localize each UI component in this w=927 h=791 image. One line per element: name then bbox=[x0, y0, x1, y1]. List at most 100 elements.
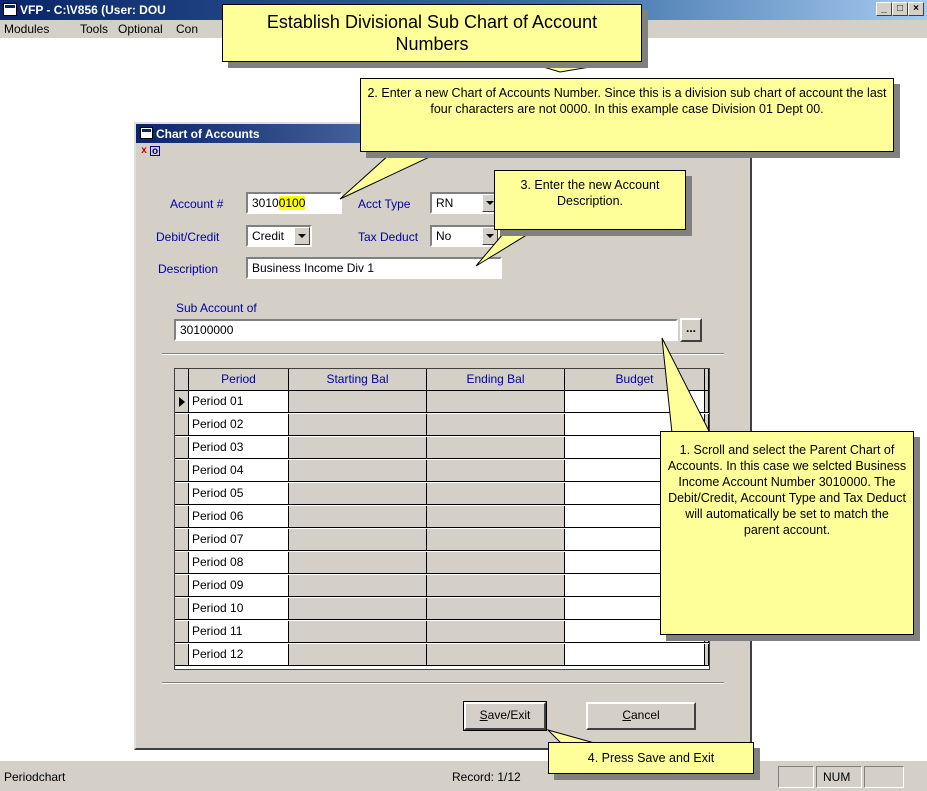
period-cell[interactable]: Period 10 bbox=[189, 598, 289, 620]
save-mnemonic: S bbox=[479, 708, 488, 722]
ending-bal-cell[interactable] bbox=[427, 621, 565, 643]
ending-bal-cell[interactable] bbox=[427, 414, 565, 436]
ending-bal-cell[interactable] bbox=[427, 391, 565, 413]
starting-bal-cell[interactable] bbox=[289, 575, 427, 597]
row-selector bbox=[175, 552, 189, 574]
ending-bal-cell[interactable] bbox=[427, 598, 565, 620]
status-record: Record: 1/12 bbox=[452, 770, 521, 784]
ending-bal-cell[interactable] bbox=[427, 437, 565, 459]
row-selector bbox=[175, 621, 189, 643]
column-header[interactable]: Starting Bal bbox=[289, 369, 427, 391]
tax-deduct-value: No bbox=[436, 229, 452, 243]
dialog-window-icon bbox=[140, 127, 153, 139]
table-row[interactable]: Period 06 bbox=[175, 506, 709, 528]
row-selector-header bbox=[175, 369, 189, 391]
table-row[interactable]: Period 10 bbox=[175, 598, 709, 620]
period-cell[interactable]: Period 12 bbox=[189, 644, 289, 666]
starting-bal-cell[interactable] bbox=[289, 483, 427, 505]
save-label: ave/Exit bbox=[487, 708, 531, 722]
minimize-button[interactable]: _ bbox=[876, 2, 892, 16]
cancel-button[interactable]: Cancel bbox=[586, 702, 696, 730]
menu-tools[interactable]: Tools bbox=[80, 22, 108, 36]
table-row[interactable]: Period 09 bbox=[175, 575, 709, 597]
table-row[interactable]: Period 05 bbox=[175, 483, 709, 505]
table-row[interactable]: Period 04 bbox=[175, 460, 709, 482]
ending-bal-cell[interactable] bbox=[427, 575, 565, 597]
table-row[interactable]: Period 02 bbox=[175, 414, 709, 436]
menu-modules[interactable]: Modules bbox=[4, 22, 49, 36]
starting-bal-cell[interactable] bbox=[289, 644, 427, 666]
starting-bal-cell[interactable] bbox=[289, 414, 427, 436]
period-cell[interactable]: Period 09 bbox=[189, 575, 289, 597]
budget-cell[interactable] bbox=[565, 644, 705, 666]
column-header[interactable]: Period bbox=[189, 369, 289, 391]
period-cell[interactable]: Period 01 bbox=[189, 391, 289, 413]
debit-credit-select[interactable]: Credit bbox=[246, 225, 312, 247]
status-panel-empty bbox=[778, 766, 814, 788]
period-cell[interactable]: Period 06 bbox=[189, 506, 289, 528]
starting-bal-cell[interactable] bbox=[289, 598, 427, 620]
row-selector bbox=[175, 529, 189, 551]
starting-bal-cell[interactable] bbox=[289, 506, 427, 528]
description-input[interactable]: Business Income Div 1 bbox=[246, 257, 502, 279]
period-cell[interactable]: Period 05 bbox=[189, 483, 289, 505]
ending-bal-cell[interactable] bbox=[427, 483, 565, 505]
dialog-title: Chart of Accounts bbox=[156, 127, 260, 141]
ending-bal-cell[interactable] bbox=[427, 506, 565, 528]
period-cell[interactable]: Period 08 bbox=[189, 552, 289, 574]
save-exit-button[interactable]: Save/Exit bbox=[463, 701, 547, 731]
starting-bal-cell[interactable] bbox=[289, 621, 427, 643]
table-row[interactable]: Period 07 bbox=[175, 529, 709, 551]
dialog-close-icon[interactable]: x bbox=[139, 146, 149, 156]
periods-grid[interactable]: Period Starting Bal Ending Bal Budget Period… bbox=[174, 368, 710, 670]
chevron-down-icon[interactable] bbox=[294, 227, 310, 245]
tax-deduct-select[interactable]: No bbox=[430, 225, 500, 247]
table-row[interactable]: Period 01 bbox=[175, 391, 709, 413]
app-title: VFP - C:\V856 (User: DOU bbox=[20, 3, 166, 17]
row-selector bbox=[175, 506, 189, 528]
period-cell[interactable]: Period 02 bbox=[189, 414, 289, 436]
sub-account-input[interactable]: 30100000 bbox=[174, 319, 678, 341]
period-cell[interactable]: Period 07 bbox=[189, 529, 289, 551]
ending-bal-cell[interactable] bbox=[427, 552, 565, 574]
starting-bal-cell[interactable] bbox=[289, 529, 427, 551]
title-callout: Establish Divisional Sub Chart of Accoun… bbox=[222, 4, 642, 62]
row-selector bbox=[175, 483, 189, 505]
column-header[interactable]: Budget bbox=[565, 369, 705, 391]
dialog-restore-icon[interactable]: o bbox=[150, 146, 160, 157]
debit-credit-value: Credit bbox=[252, 229, 285, 243]
table-row[interactable]: Period 12 bbox=[175, 644, 709, 666]
table-row[interactable]: Period 03 bbox=[175, 437, 709, 459]
account-number-input[interactable]: 30100100 bbox=[246, 192, 342, 214]
period-cell[interactable]: Period 03 bbox=[189, 437, 289, 459]
period-cell[interactable]: Period 11 bbox=[189, 621, 289, 643]
browse-button[interactable]: ... bbox=[680, 318, 702, 342]
row-pointer-icon bbox=[179, 397, 185, 407]
description-label: Description bbox=[158, 262, 219, 276]
starting-bal-cell[interactable] bbox=[289, 460, 427, 482]
starting-bal-cell[interactable] bbox=[289, 437, 427, 459]
table-row[interactable]: Period 11 bbox=[175, 621, 709, 643]
ending-bal-cell[interactable] bbox=[427, 644, 565, 666]
ending-bal-cell[interactable] bbox=[427, 460, 565, 482]
acct-type-select[interactable]: RN bbox=[430, 192, 500, 214]
budget-cell[interactable] bbox=[565, 391, 705, 413]
maximize-button[interactable]: □ bbox=[892, 2, 908, 16]
row-selector bbox=[175, 460, 189, 482]
ending-bal-cell[interactable] bbox=[427, 529, 565, 551]
table-row[interactable]: Period 08 bbox=[175, 552, 709, 574]
divider bbox=[162, 353, 724, 355]
column-header[interactable]: Ending Bal bbox=[427, 369, 565, 391]
grid-filler bbox=[705, 391, 709, 413]
debit-credit-label: Debit/Credit bbox=[156, 230, 220, 244]
step1-callout: 1. Scroll and select the Parent Chart of… bbox=[660, 431, 914, 635]
starting-bal-cell[interactable] bbox=[289, 552, 427, 574]
starting-bal-cell[interactable] bbox=[289, 391, 427, 413]
status-form-name: Periodchart bbox=[4, 770, 66, 784]
close-button[interactable]: × bbox=[908, 2, 924, 16]
menu-optional[interactable]: Optional bbox=[118, 22, 163, 36]
row-selector bbox=[175, 575, 189, 597]
menu-con[interactable]: Con bbox=[176, 22, 198, 36]
cancel-mnemonic: C bbox=[622, 708, 631, 722]
period-cell[interactable]: Period 04 bbox=[189, 460, 289, 482]
